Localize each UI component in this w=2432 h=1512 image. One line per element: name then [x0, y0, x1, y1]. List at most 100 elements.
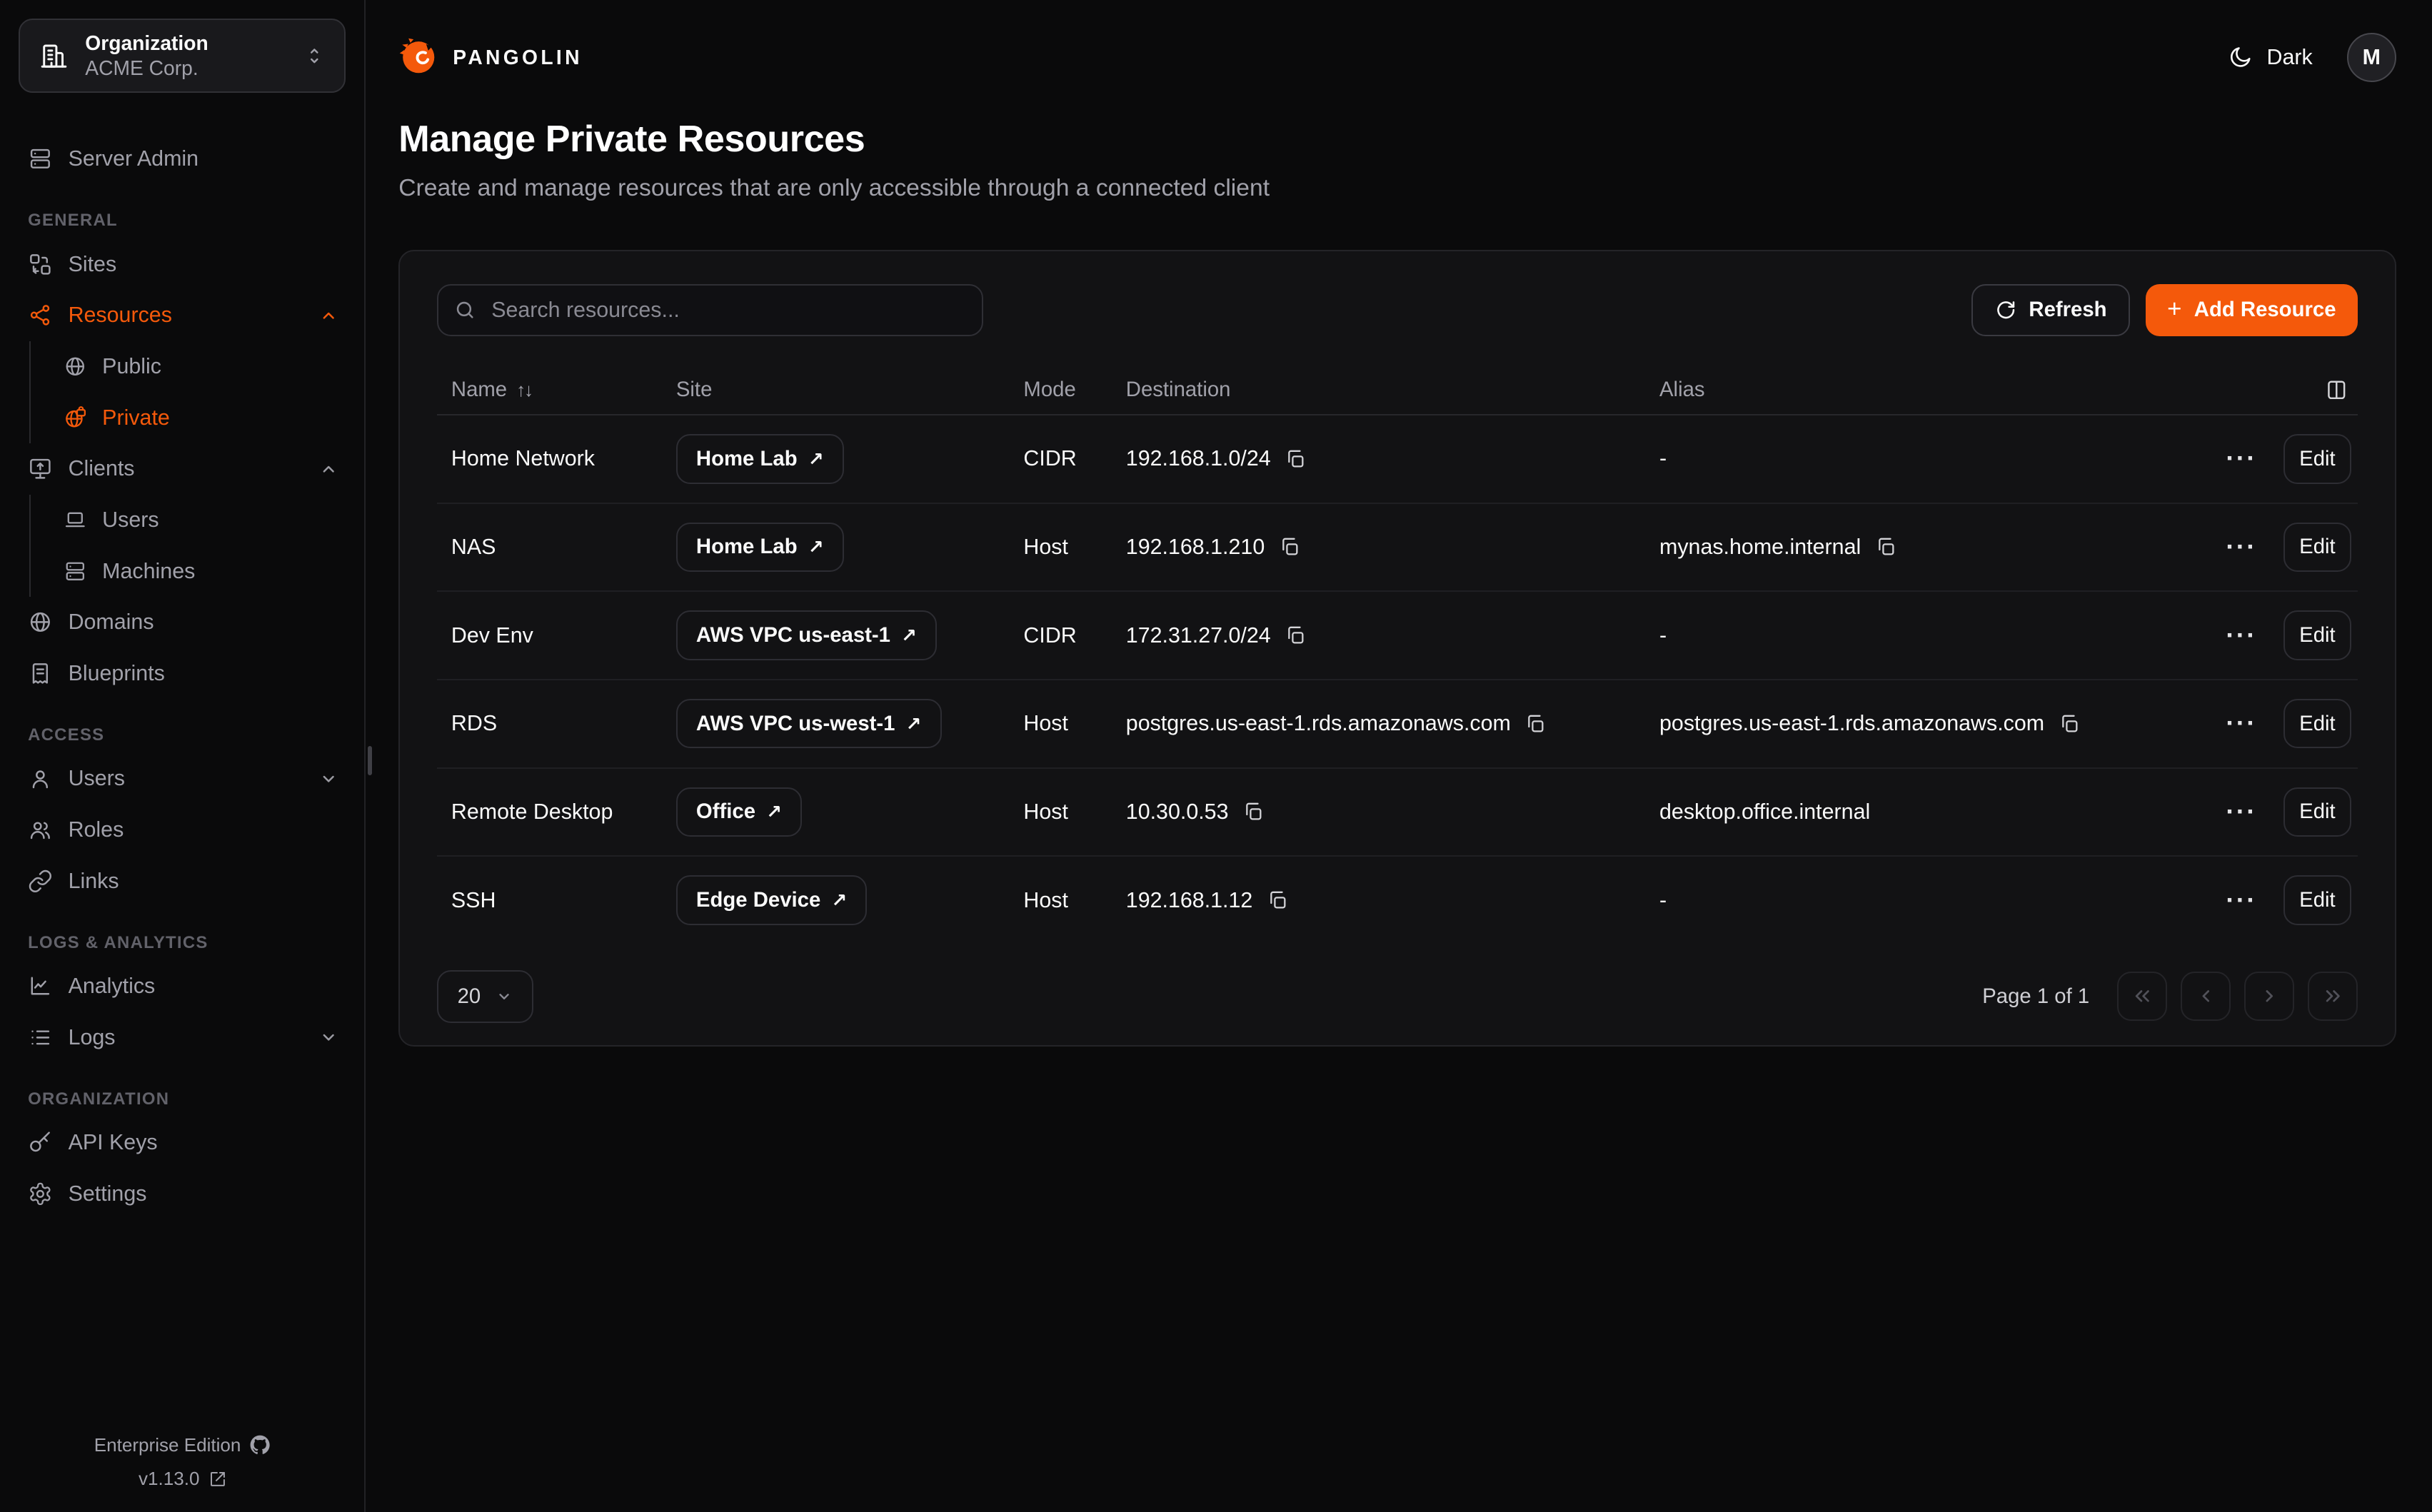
sidebar-item-analytics[interactable]: Analytics [0, 961, 364, 1012]
edit-label: Edit [2299, 447, 2336, 471]
site-link[interactable]: Office↗ [676, 787, 802, 837]
sidebar-item-settings[interactable]: Settings [0, 1169, 364, 1220]
org-switcher[interactable]: Organization ACME Corp. [19, 19, 346, 93]
resource-mode: Host [1023, 800, 1125, 825]
sidebar-item-resources[interactable]: Resources [0, 290, 364, 341]
sidebar-item-label: API Keys [69, 1130, 158, 1155]
chart-line-icon [28, 974, 53, 999]
site-link[interactable]: Home Lab↗ [676, 523, 844, 573]
site-link[interactable]: Home Lab↗ [676, 434, 844, 484]
copy-icon[interactable] [1267, 889, 1288, 911]
avatar[interactable]: M [2347, 33, 2397, 83]
sidebar-item-label: Users [102, 508, 159, 533]
sidebar-item-api-keys[interactable]: API Keys [0, 1117, 364, 1169]
sidebar-item-roles[interactable]: Roles [0, 805, 364, 856]
ellipsis-icon: ··· [2226, 797, 2256, 826]
add-resource-button[interactable]: + Add Resource [2146, 284, 2358, 337]
globe-lock-icon [64, 406, 87, 430]
section-label-logs-analytics: LOGS & ANALYTICS [0, 933, 364, 953]
sidebar-item-label: Links [69, 869, 119, 894]
row-menu-button[interactable]: ··· [2220, 884, 2263, 917]
sidebar-item-logs[interactable]: Logs [0, 1012, 364, 1064]
first-page-button[interactable] [2117, 972, 2167, 1022]
topbar: PANGOLIN Dark M [398, 34, 2396, 81]
row-menu-button[interactable]: ··· [2220, 796, 2263, 829]
sidebar-item-clients[interactable]: Clients [0, 443, 364, 495]
key-icon [28, 1130, 53, 1155]
theme-label: Dark [2267, 45, 2313, 70]
edit-label: Edit [2299, 888, 2336, 912]
chevron-up-icon [318, 305, 339, 326]
edit-button[interactable]: Edit [2283, 523, 2352, 573]
sidebar-item-domains[interactable]: Domains [0, 597, 364, 648]
resource-mode: CIDR [1023, 446, 1125, 471]
refresh-button[interactable]: Refresh [1971, 284, 2130, 337]
external-link-icon[interactable] [209, 1471, 226, 1488]
github-icon[interactable] [250, 1435, 270, 1455]
site-link[interactable]: AWS VPC us-west-1↗ [676, 699, 942, 749]
sidebar-item-blueprints[interactable]: Blueprints [0, 648, 364, 700]
copy-icon[interactable] [1242, 801, 1264, 822]
sidebar-item-server-admin[interactable]: Server Admin [0, 133, 364, 185]
sidebar-item-machines[interactable]: Machines [31, 545, 364, 597]
sidebar-item-links[interactable]: Links [0, 855, 364, 907]
page-head: Manage Private Resources Create and mana… [398, 118, 2396, 202]
users-icon [28, 817, 53, 842]
resource-mode: CIDR [1023, 623, 1125, 648]
page-size-select[interactable]: 20 [437, 970, 533, 1023]
sort-icon[interactable]: ↑↓ [516, 379, 532, 401]
resource-mode: Host [1023, 535, 1125, 560]
server-stack-icon [64, 560, 87, 583]
sidebar-item-users[interactable]: Users [0, 753, 364, 805]
site-link[interactable]: Edge Device↗ [676, 875, 868, 925]
row-menu-button[interactable]: ··· [2220, 443, 2263, 475]
copy-icon[interactable] [2059, 713, 2080, 735]
previous-page-button[interactable] [2181, 972, 2231, 1022]
row-menu-button[interactable]: ··· [2220, 531, 2263, 564]
last-page-button[interactable] [2308, 972, 2358, 1022]
sidebar-item-client-users[interactable]: Users [31, 495, 364, 546]
copy-icon[interactable] [1875, 536, 1896, 558]
edit-button[interactable]: Edit [2283, 787, 2352, 837]
list-icon [28, 1025, 53, 1050]
edit-button[interactable]: Edit [2283, 699, 2352, 749]
sidebar-item-public[interactable]: Public [31, 341, 364, 393]
copy-icon[interactable] [1285, 448, 1306, 470]
copy-icon[interactable] [1279, 536, 1300, 558]
laptop-icon [64, 508, 87, 532]
copy-icon[interactable] [1285, 625, 1306, 646]
row-menu-button[interactable]: ··· [2220, 619, 2263, 652]
columns-icon[interactable] [2325, 378, 2348, 402]
edit-button[interactable]: Edit [2283, 434, 2352, 484]
site-name: Home Lab [696, 447, 798, 471]
search-input[interactable] [437, 284, 983, 337]
sidebar-item-label: Resources [69, 303, 172, 328]
sidebar-item-sites[interactable]: Sites [0, 238, 364, 290]
next-page-button[interactable] [2244, 972, 2294, 1022]
edit-button[interactable]: Edit [2283, 875, 2352, 925]
version-label[interactable]: v1.13.0 [139, 1462, 199, 1496]
row-menu-button[interactable]: ··· [2220, 707, 2263, 740]
site-link[interactable]: AWS VPC us-east-1↗ [676, 610, 937, 660]
page-title: Manage Private Resources [398, 118, 2396, 161]
resource-alias: desktop.office.internal [1659, 800, 1870, 825]
refresh-icon [1995, 299, 2016, 321]
resource-destination: 192.168.1.0/24 [1126, 446, 1271, 471]
sidebar-item-label: Settings [69, 1181, 147, 1206]
resource-name: NAS [451, 535, 676, 560]
copy-icon[interactable] [1524, 713, 1546, 735]
brand[interactable]: PANGOLIN [398, 37, 583, 77]
resource-alias: postgres.us-east-1.rds.amazonaws.com [1659, 711, 2044, 736]
resource-alias: - [1659, 623, 1667, 648]
chevrons-up-down-icon [303, 44, 326, 68]
chevron-left-icon [2194, 984, 2218, 1008]
sidebar-item-label: Analytics [69, 974, 156, 999]
section-label-organization: ORGANIZATION [0, 1089, 364, 1109]
theme-toggle[interactable]: Dark [2228, 45, 2313, 70]
resources-icon [28, 303, 53, 328]
edit-button[interactable]: Edit [2283, 610, 2352, 660]
sidebar-item-label: Clients [69, 456, 135, 481]
clients-sub-list: Users Machines [29, 495, 364, 597]
sidebar-item-private[interactable]: Private [31, 392, 364, 443]
chevron-right-icon [2258, 984, 2281, 1008]
